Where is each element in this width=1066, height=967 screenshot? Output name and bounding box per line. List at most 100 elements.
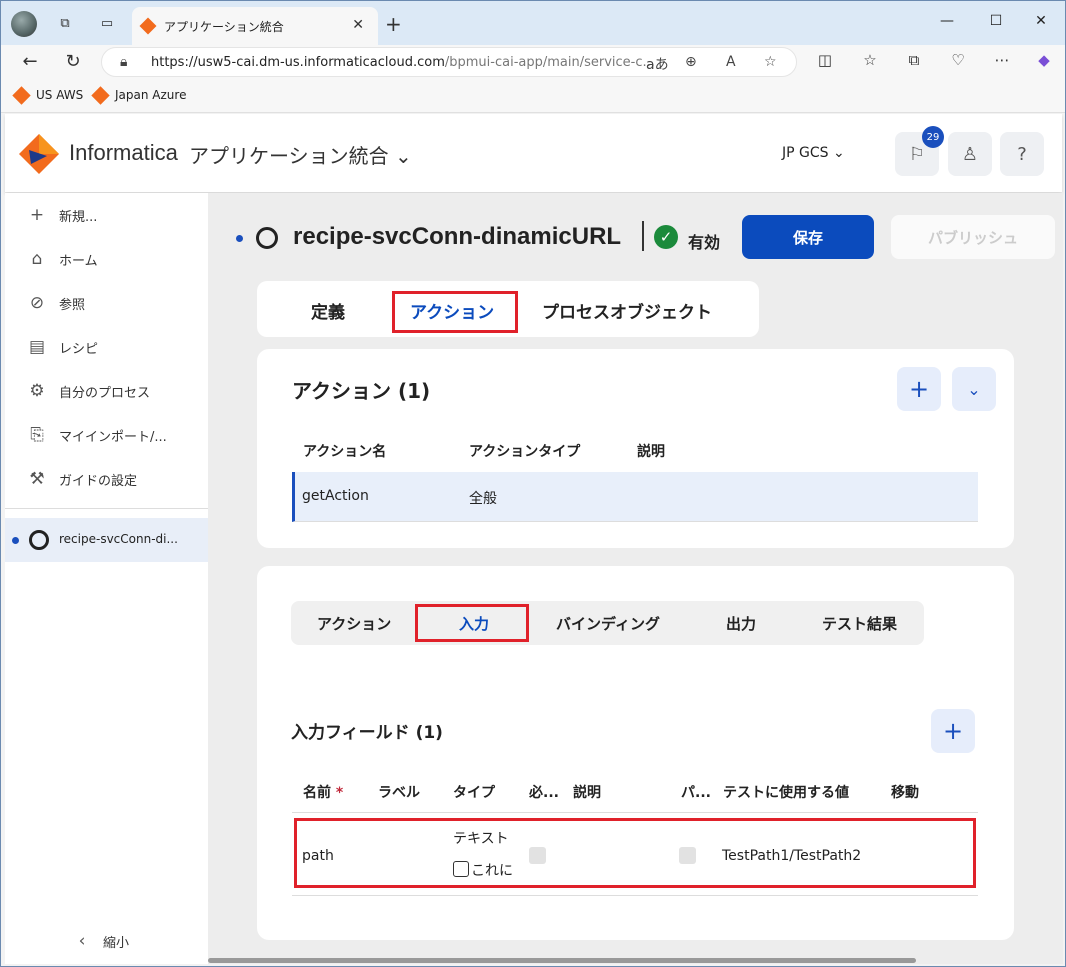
column-header: 必... bbox=[529, 785, 559, 801]
column-header: アクション名 bbox=[303, 444, 387, 460]
sidebar-item-my-imports[interactable]: ⎘ マイインポート/... bbox=[25, 425, 167, 445]
column-header: ラベル bbox=[378, 785, 420, 801]
notification-badge: 29 bbox=[922, 126, 944, 148]
browser-essentials-icon[interactable]: ♡ bbox=[947, 51, 969, 69]
tab-process-objects[interactable]: プロセスオブジェクト bbox=[542, 298, 712, 323]
add-action-button[interactable]: + bbox=[897, 367, 941, 411]
check-circle-icon: ✓ bbox=[654, 225, 678, 249]
actions-card: アクション (1) + ⌄ アクション名 アクションタイプ 説明 getActi… bbox=[257, 349, 1014, 548]
table-row[interactable]: getAction 全般 bbox=[292, 472, 978, 522]
chevron-down-icon: ⌄ bbox=[394, 144, 412, 168]
highlight-box bbox=[415, 604, 529, 642]
service-connector-icon bbox=[29, 530, 49, 550]
flag-icon: ⚐ bbox=[908, 143, 926, 165]
tab-definition[interactable]: 定義 bbox=[311, 298, 345, 323]
tab-test-results[interactable]: テスト結果 bbox=[822, 613, 897, 634]
close-window-icon[interactable]: ✕ bbox=[1031, 13, 1051, 29]
recipe-icon: ▤ bbox=[28, 337, 46, 357]
sidebar-divider bbox=[5, 508, 208, 509]
more-menu-icon[interactable]: ⋯ bbox=[991, 51, 1013, 69]
column-header: テストに使用する値 bbox=[723, 785, 849, 801]
url-text: https://usw5-cai.dm-us.informaticacloud.… bbox=[151, 55, 655, 70]
plus-icon: + bbox=[29, 205, 45, 225]
horizontal-scrollbar[interactable] bbox=[208, 958, 916, 963]
user-icon: ♙ bbox=[961, 143, 979, 165]
input-fields-title: 入力フィールド (1) bbox=[291, 723, 443, 743]
sidebar-item-recipes[interactable]: ▤ レシピ bbox=[25, 337, 98, 357]
tab-binding[interactable]: バインディング bbox=[556, 613, 660, 634]
org-switcher[interactable]: JP GCS ⌄ bbox=[782, 145, 845, 161]
column-header: タイプ bbox=[453, 785, 495, 801]
sidebar-item-my-processes[interactable]: ⚙ 自分のプロセス bbox=[25, 381, 150, 401]
user-profile-button[interactable]: ♙ bbox=[948, 132, 992, 176]
publish-button[interactable]: パブリッシュ bbox=[891, 215, 1055, 259]
copilot-icon[interactable]: ◆ bbox=[1033, 51, 1055, 69]
sidebar-item-new[interactable]: + 新規... bbox=[25, 205, 98, 225]
required-mark: * bbox=[335, 785, 344, 801]
browser-window: ⧉ ▭ アプリケーション統合 ✕ + — ☐ ✕ ← ↻ 🔒︎ https://… bbox=[0, 0, 1066, 967]
new-tab-icon[interactable]: + bbox=[385, 12, 402, 36]
zoom-icon[interactable]: ⊕ bbox=[685, 54, 697, 70]
sidebar-open-item[interactable]: recipe-svcConn-di... bbox=[5, 518, 208, 562]
compass-icon: ⊘ bbox=[29, 293, 45, 313]
sidebar-item-explore[interactable]: ⊘ 参照 bbox=[25, 293, 85, 313]
sidebar-item-home[interactable]: ⌂ ホーム bbox=[25, 249, 98, 269]
sidebar: + 新規... ⌂ ホーム ⊘ 参照 ▤ レシピ ⚙ 自分のプロセス ⎘ マイインポート/.… bbox=[5, 193, 208, 964]
unsaved-dot bbox=[236, 235, 243, 242]
split-screen-icon[interactable]: ◫ bbox=[814, 51, 836, 69]
home-icon: ⌂ bbox=[31, 249, 43, 269]
highlight-box bbox=[392, 291, 518, 333]
minimize-icon[interactable]: — bbox=[937, 13, 957, 29]
action-name: getAction bbox=[302, 488, 369, 504]
save-button[interactable]: 保存 bbox=[742, 215, 874, 259]
chevron-down-icon: ⌄ bbox=[833, 145, 845, 161]
sidebar-item-guide-settings[interactable]: ⚒ ガイドの設定 bbox=[25, 469, 137, 489]
translate-icon[interactable]: aあ bbox=[646, 54, 669, 74]
collections-icon[interactable]: ⧉ bbox=[903, 51, 925, 69]
main-content: recipe-svcConn-dinamicURL ✓ 有効 保存 パブリッシュ… bbox=[208, 193, 1063, 964]
help-icon: ? bbox=[1017, 143, 1027, 165]
url-bar[interactable]: 🔒︎ https://usw5-cai.dm-us.informaticaclo… bbox=[101, 47, 797, 77]
browser-tab[interactable]: アプリケーション統合 ✕ bbox=[132, 7, 378, 45]
detail-tabs: アクション 入力 バインディング 出力 テスト結果 bbox=[291, 601, 924, 645]
informatica-bookmark-icon bbox=[12, 85, 31, 105]
refresh-icon[interactable]: ↻ bbox=[62, 51, 84, 72]
tab-actions-icon[interactable]: ▭ bbox=[97, 13, 117, 33]
lock-icon[interactable]: 🔒︎ bbox=[120, 54, 127, 70]
column-header: 説明 bbox=[573, 785, 601, 801]
bookmark-japan-azure[interactable]: Japan Azure bbox=[91, 85, 186, 105]
page-title: recipe-svcConn-dinamicURL bbox=[293, 223, 622, 250]
column-header: 移動 bbox=[891, 785, 919, 801]
read-aloud-icon[interactable]: A bbox=[726, 54, 736, 70]
informatica-logo-icon bbox=[19, 134, 59, 174]
close-tab-icon[interactable]: ✕ bbox=[352, 17, 364, 33]
service-connector-icon bbox=[256, 227, 278, 249]
maximize-icon[interactable]: ☐ bbox=[986, 13, 1006, 29]
bookmarks-bar: US AWS Japan Azure bbox=[1, 79, 1065, 113]
add-input-field-button[interactable]: + bbox=[931, 709, 975, 753]
column-header: パ... bbox=[681, 785, 711, 801]
column-header: アクションタイプ bbox=[469, 444, 581, 460]
actions-title: アクション (1) bbox=[292, 379, 431, 403]
workspaces-icon[interactable]: ⧉ bbox=[55, 13, 75, 33]
chevron-left-icon: ‹ bbox=[78, 931, 86, 951]
tab-output[interactable]: 出力 bbox=[726, 613, 756, 634]
favorites-icon[interactable]: ☆ bbox=[859, 51, 881, 69]
tab-action[interactable]: アクション bbox=[317, 613, 391, 634]
help-button[interactable]: ? bbox=[1000, 132, 1044, 176]
bookmark-us-aws[interactable]: US AWS bbox=[12, 85, 83, 105]
column-header: 名前 * bbox=[303, 785, 344, 801]
address-toolbar: ← ↻ 🔒︎ https://usw5-cai.dm-us.informatic… bbox=[1, 45, 1065, 79]
wrench-icon: ⚒ bbox=[29, 469, 45, 489]
favorite-star-icon[interactable]: ☆ bbox=[764, 54, 777, 70]
tab-title: アプリケーション統合 bbox=[164, 19, 284, 34]
collapse-sidebar-button[interactable]: ‹ 縮小 bbox=[75, 931, 129, 951]
back-icon[interactable]: ← bbox=[19, 51, 41, 72]
app-switcher[interactable]: アプリケーション統合 ⌄ bbox=[189, 140, 412, 169]
status-label: 有効 bbox=[688, 233, 721, 252]
profile-avatar[interactable] bbox=[11, 11, 37, 37]
highlight-box bbox=[294, 818, 976, 888]
app-header: Informatica アプリケーション統合 ⌄ JP GCS ⌄ ⚐ 29 ♙… bbox=[5, 114, 1062, 192]
plus-icon: + bbox=[908, 375, 930, 403]
expand-button[interactable]: ⌄ bbox=[952, 367, 996, 411]
